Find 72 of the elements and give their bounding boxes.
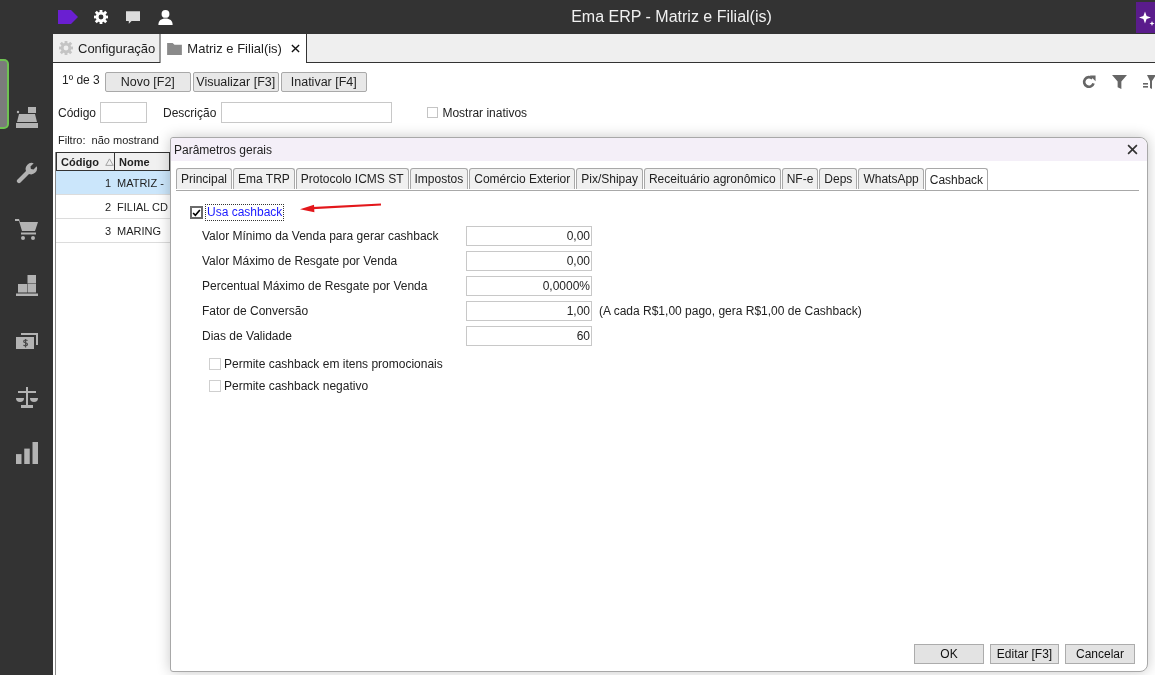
record-counter: 1º de 3 <box>62 73 100 87</box>
tab[interactable]: Protocolo ICMS ST <box>295 168 409 189</box>
tab[interactable]: Matriz e Filial(is) <box>160 34 307 63</box>
check-icon <box>192 208 201 217</box>
close-icon[interactable] <box>1127 144 1138 155</box>
sidebar-handle[interactable] <box>0 59 9 129</box>
banknote-icon[interactable] <box>14 332 39 350</box>
folder-icon <box>167 42 183 55</box>
arrow-icon <box>300 203 382 213</box>
column-header[interactable]: Código <box>56 152 114 171</box>
tab[interactable]: Principal <box>176 168 233 189</box>
dialog-title: Parâmetros gerais <box>174 142 273 157</box>
balance-scale-icon[interactable] <box>14 385 39 409</box>
table-cell-text: FILIAL CD <box>116 199 169 215</box>
field-label: Valor Máximo de Resgate por Venda <box>202 254 399 268</box>
field-label: Descrição <box>163 105 217 120</box>
cart-icon[interactable] <box>14 218 39 240</box>
text-field[interactable]: 60 <box>466 326 592 346</box>
filter-list-icon[interactable] <box>1143 75 1155 89</box>
chat-icon[interactable] <box>126 10 140 24</box>
window-title: Ema ERP - Matriz e Filial(is) <box>570 8 773 26</box>
toolbar-button[interactable]: Novo [F2] <box>104 72 191 92</box>
text-field[interactable] <box>221 102 393 123</box>
checkbox-label[interactable]: Permite cashback em itens promocionais <box>224 357 443 371</box>
filter-icon[interactable] <box>1112 75 1127 89</box>
dialog-button[interactable]: Cancelar <box>1065 644 1135 664</box>
close-icon[interactable] <box>290 44 300 53</box>
table-row[interactable]: 1 MATRIZ - <box>56 171 170 195</box>
boxes-icon[interactable] <box>15 274 38 296</box>
toolbar-button[interactable]: Inativar [F4] <box>280 72 367 92</box>
refresh-icon[interactable] <box>1082 75 1096 89</box>
table-cell-text: 3 <box>103 223 112 239</box>
column-header[interactable]: Nome <box>114 152 170 171</box>
field-label: Código <box>58 105 97 120</box>
checkbox-label[interactable]: Permite cashback negativo <box>224 379 369 393</box>
hint-text: (A cada R$1,00 pago, gera R$1,00 de Cashback) <box>599 304 863 318</box>
dialog-button[interactable]: Editar [F3] <box>990 644 1059 664</box>
tab[interactable]: Cashback <box>924 168 989 190</box>
checkbox-label[interactable]: Mostrar inativos <box>442 105 528 120</box>
user-icon[interactable] <box>158 9 173 25</box>
sort-icon <box>104 157 114 166</box>
field-label: Percentual Máximo de Resgate por Venda <box>202 279 429 293</box>
text-field[interactable]: 1,00 <box>466 301 592 321</box>
table-cell-text: MATRIZ - <box>116 175 165 191</box>
sparkle-icon[interactable] <box>1136 1 1155 33</box>
checkbox-label[interactable]: Usa cashback <box>205 204 285 221</box>
field-label: Fator de Conversão <box>202 304 310 318</box>
tab[interactable]: NF-e <box>781 168 819 189</box>
toolbar-button[interactable]: Visualizar [F3] <box>192 72 279 92</box>
cash-register-icon[interactable] <box>14 106 39 128</box>
text-field[interactable] <box>100 102 148 123</box>
checkbox[interactable] <box>190 206 203 219</box>
table-cell-text: 1 <box>103 175 112 191</box>
bar-chart-icon[interactable] <box>15 442 38 464</box>
tab[interactable]: Comércio Exterior <box>469 168 576 189</box>
tab[interactable]: Pix/Shipay <box>576 168 643 189</box>
checkbox[interactable] <box>427 107 439 118</box>
dialog-button[interactable]: OK <box>914 644 984 664</box>
tab[interactable]: Ema TRP <box>233 168 295 189</box>
text-field[interactable]: 0,00 <box>466 226 592 246</box>
wrench-icon[interactable] <box>15 162 38 184</box>
field-label: Dias de Validade <box>202 329 293 343</box>
filter-summary: Filtro: não mostrand <box>57 134 159 146</box>
text-field[interactable]: 0,00 <box>466 251 592 271</box>
table-cell-text: MARING <box>116 223 162 239</box>
tab[interactable]: Impostos <box>409 168 469 189</box>
field-label: Valor Mínimo da Venda para gerar cashback <box>202 229 440 243</box>
table-cell-text: 2 <box>103 199 112 215</box>
tab[interactable]: WhatsApp <box>858 168 924 189</box>
tab[interactable]: Deps <box>819 168 858 189</box>
tab[interactable]: Receituário agronômico <box>643 168 781 189</box>
text-field[interactable]: 0,0000% <box>466 276 592 296</box>
